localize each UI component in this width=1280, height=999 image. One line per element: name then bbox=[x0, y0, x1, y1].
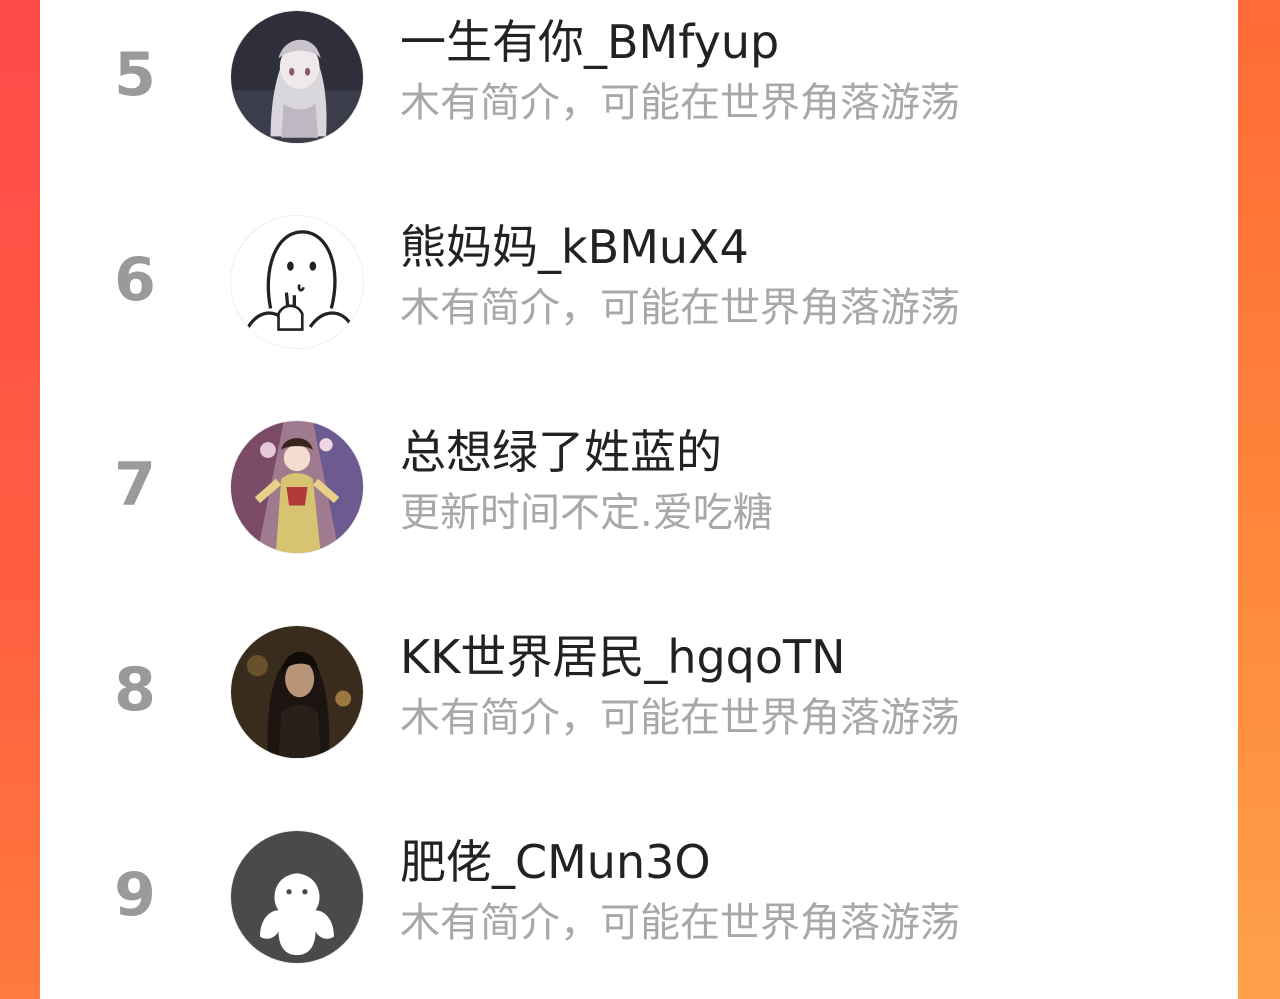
username[interactable]: 熊妈妈_kBMuX4 bbox=[400, 219, 749, 275]
username[interactable]: 一生有你_BMfyup bbox=[400, 14, 779, 70]
ranking-row[interactable]: 7 总想绿了姓蓝的 更新时间不定.爱吃糖 bbox=[40, 410, 1238, 570]
avatar[interactable] bbox=[230, 420, 364, 554]
ranking-row[interactable]: 9 肥佬_CMun3O 木有简介，可能在世界角落游荡 bbox=[40, 820, 1238, 980]
rank-number: 5 bbox=[114, 40, 156, 110]
rank-number: 9 bbox=[114, 860, 156, 930]
ranking-row[interactable]: 6 熊妈妈_kBMuX4 木有简介，可能在世界角落游荡 bbox=[40, 205, 1238, 365]
ranking-row[interactable]: 8 KK世界居民_hgqoTN 木有简介，可能在世界角落游荡 bbox=[40, 615, 1238, 775]
ranking-list: 5 一生有你_BMfyup 木有简介，可能在世界角落游荡 6 熊妈妈_kBMuX… bbox=[40, 0, 1238, 999]
user-bio: 更新时间不定.爱吃糖 bbox=[400, 490, 773, 536]
avatar[interactable] bbox=[230, 830, 364, 964]
dark-portrait-avatar-icon bbox=[231, 626, 363, 758]
user-bio: 木有简介，可能在世界角落游荡 bbox=[400, 900, 960, 946]
rank-number: 7 bbox=[114, 450, 156, 520]
user-bio: 木有简介，可能在世界角落游荡 bbox=[400, 285, 960, 331]
anime-girl-avatar-icon bbox=[231, 11, 363, 143]
avatar[interactable] bbox=[230, 625, 364, 759]
user-bio: 木有简介，可能在世界角落游荡 bbox=[400, 80, 960, 126]
right-background-strip bbox=[1238, 0, 1280, 999]
costume-illustration-avatar-icon bbox=[231, 421, 363, 553]
avatar[interactable] bbox=[230, 215, 364, 349]
rank-number: 8 bbox=[114, 655, 156, 725]
default-user-avatar-icon bbox=[231, 831, 363, 963]
username[interactable]: 总想绿了姓蓝的 bbox=[400, 424, 722, 480]
username[interactable]: 肥佬_CMun3O bbox=[400, 834, 711, 890]
user-bio: 木有简介，可能在世界角落游荡 bbox=[400, 695, 960, 741]
avatar[interactable] bbox=[230, 10, 364, 144]
rank-number: 6 bbox=[114, 245, 156, 315]
ranking-row[interactable]: 5 一生有你_BMfyup 木有简介，可能在世界角落游荡 bbox=[40, 0, 1238, 160]
doodle-ghost-avatar-icon bbox=[231, 216, 363, 348]
username[interactable]: KK世界居民_hgqoTN bbox=[400, 629, 846, 685]
left-background-strip bbox=[0, 0, 40, 999]
